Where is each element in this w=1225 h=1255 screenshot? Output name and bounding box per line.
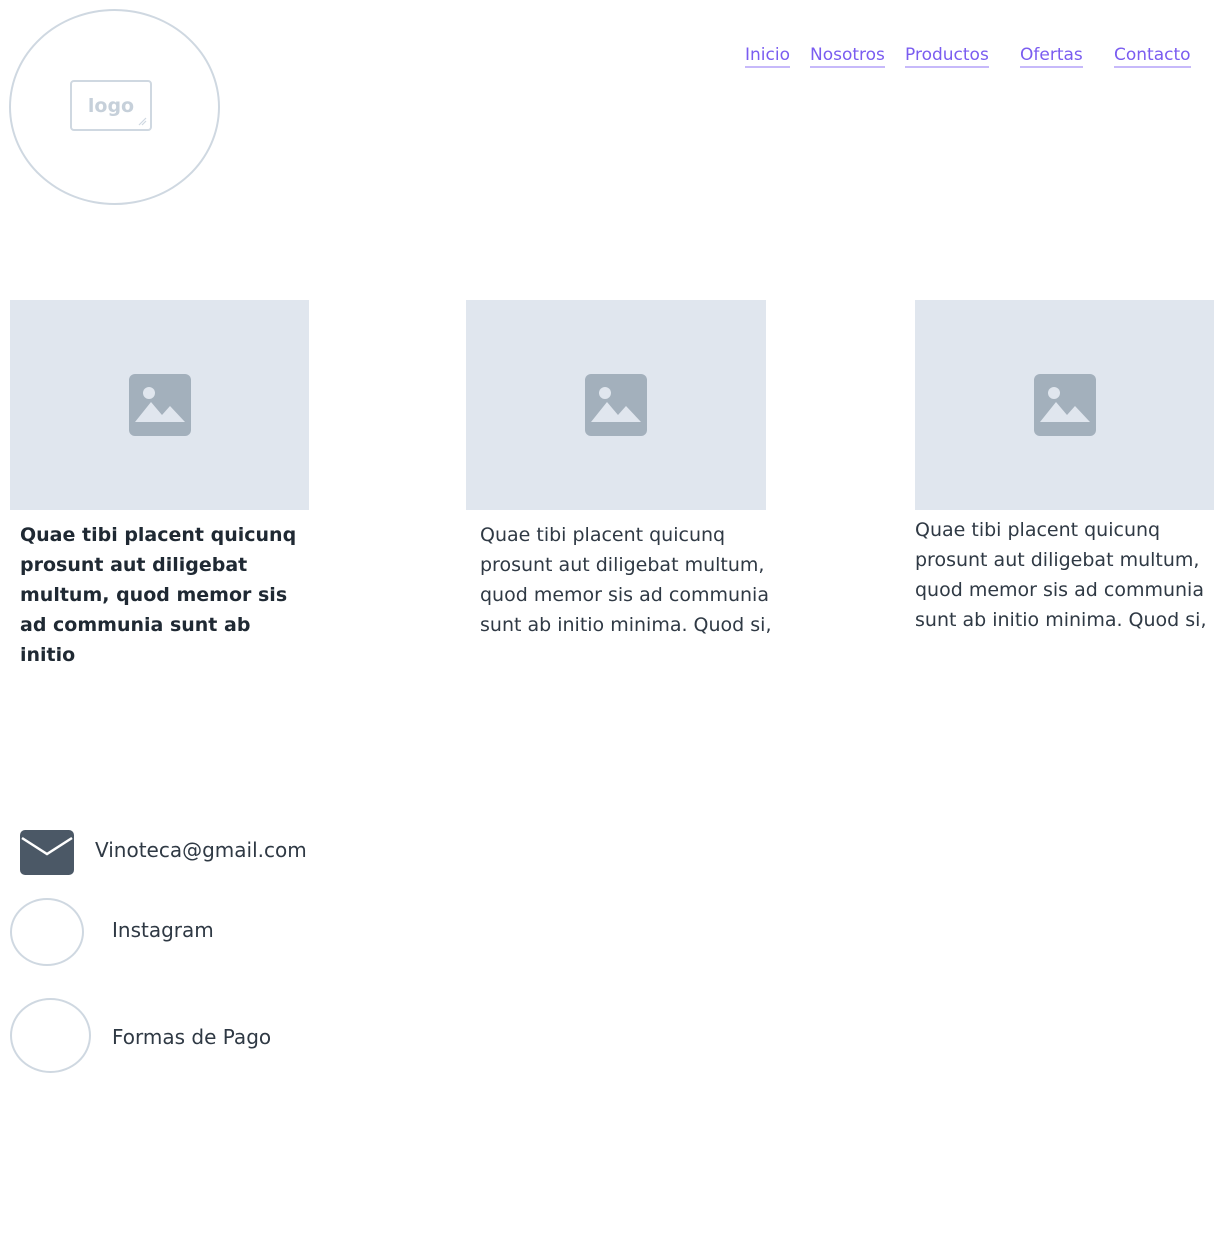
resize-handle-icon xyxy=(138,117,147,126)
card-text: Quae tibi placent quicunq prosunt aut di… xyxy=(20,524,297,666)
logo[interactable]: logo xyxy=(9,9,220,205)
nav-link-inicio[interactable]: Inicio xyxy=(745,45,790,68)
payment-icon[interactable] xyxy=(10,998,91,1073)
nav-link-productos[interactable]: Productos xyxy=(905,45,989,68)
card-image xyxy=(10,300,309,510)
card-image xyxy=(466,300,766,510)
instagram-link[interactable]: Instagram xyxy=(112,918,214,942)
image-placeholder-icon xyxy=(1033,374,1096,436)
nav-link-ofertas[interactable]: Ofertas xyxy=(1020,45,1083,68)
payment-link[interactable]: Formas de Pago xyxy=(112,1025,271,1049)
image-placeholder-icon xyxy=(128,374,191,436)
card-image xyxy=(915,300,1214,510)
card-text: Quae tibi placent quicunq prosunt aut di… xyxy=(915,519,1207,631)
mail-icon[interactable] xyxy=(20,830,74,875)
nav-link-contacto[interactable]: Contacto xyxy=(1114,45,1191,68)
logo-placeholder: logo xyxy=(70,80,152,131)
image-placeholder-icon xyxy=(585,374,647,436)
nav-link-nosotros[interactable]: Nosotros xyxy=(810,45,885,68)
email-link[interactable]: Vinoteca@gmail.com xyxy=(95,838,307,862)
instagram-icon[interactable] xyxy=(10,898,84,966)
logo-text: logo xyxy=(87,94,135,117)
card-text: Quae tibi placent quicunq prosunt aut di… xyxy=(480,524,772,636)
